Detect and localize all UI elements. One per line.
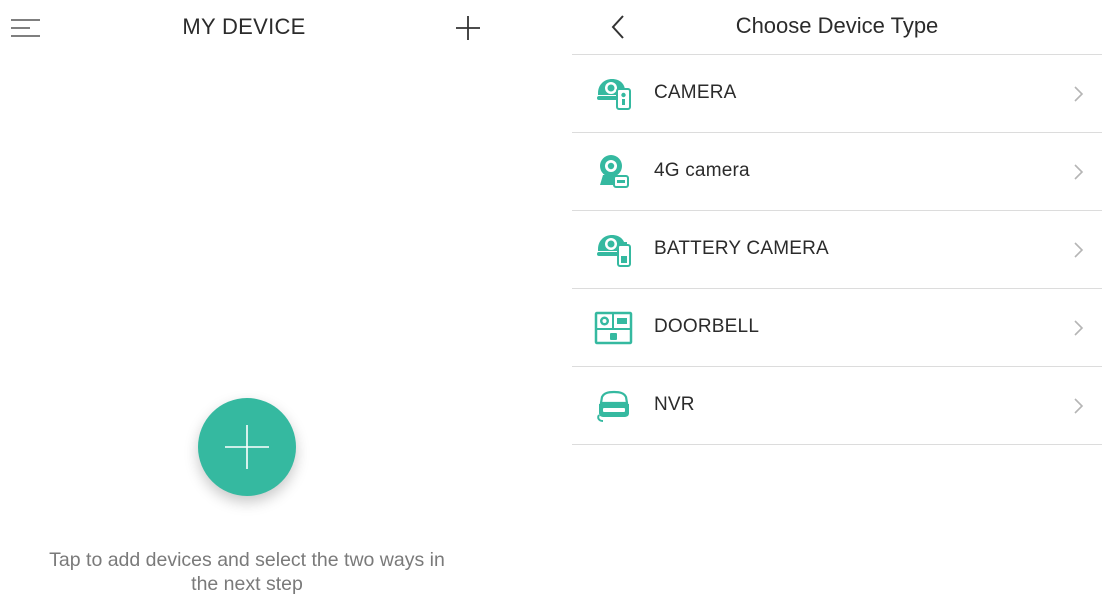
camera-icon bbox=[594, 75, 634, 113]
device-type-camera[interactable]: CAMERA bbox=[572, 55, 1102, 133]
chevron-right-icon bbox=[1072, 162, 1084, 182]
add-device-button[interactable] bbox=[198, 398, 296, 496]
device-type-doorbell[interactable]: DOORBELL bbox=[572, 289, 1102, 367]
nvr-icon bbox=[594, 387, 634, 425]
battery-camera-icon bbox=[594, 231, 634, 269]
device-type-label: BATTERY CAMERA bbox=[654, 238, 829, 259]
device-type-label: CAMERA bbox=[654, 82, 737, 103]
4g-camera-icon bbox=[594, 153, 634, 191]
device-type-label: DOORBELL bbox=[654, 316, 760, 337]
my-device-header: MY DEVICE bbox=[0, 0, 498, 56]
hint-line: Tap to add devices and select the two wa… bbox=[49, 549, 445, 571]
plus-icon[interactable] bbox=[452, 12, 484, 44]
add-device-hint: Tap to add devices and select the two wa… bbox=[0, 548, 494, 596]
device-type-list: CAMERA 4G camera BATTERY CAMERA DOORBELL… bbox=[572, 55, 1102, 445]
device-type-battery-camera[interactable]: BATTERY CAMERA bbox=[572, 211, 1102, 289]
page-title: Choose Device Type bbox=[735, 13, 939, 38]
device-type-label: 4G camera bbox=[654, 160, 750, 181]
device-type-nvr[interactable]: NVR bbox=[572, 367, 1102, 445]
choose-device-header: Choose Device Type bbox=[572, 0, 1102, 55]
my-device-screen: MY DEVICE Tap to add devices and select … bbox=[0, 0, 498, 596]
device-type-label: NVR bbox=[654, 394, 695, 415]
hint-line: the next step bbox=[191, 573, 303, 595]
app-screen: MY DEVICE Tap to add devices and select … bbox=[0, 0, 1102, 596]
chevron-right-icon bbox=[1072, 396, 1084, 416]
doorbell-icon bbox=[594, 309, 634, 347]
plus-icon bbox=[225, 425, 269, 469]
chevron-right-icon bbox=[1072, 84, 1084, 104]
device-type-4g-camera[interactable]: 4G camera bbox=[572, 133, 1102, 211]
chevron-right-icon bbox=[1072, 240, 1084, 260]
choose-device-type-screen: Choose Device Type CAMERA 4G camera BATT… bbox=[572, 0, 1102, 596]
chevron-right-icon bbox=[1072, 318, 1084, 338]
page-title: MY DEVICE bbox=[182, 14, 306, 39]
